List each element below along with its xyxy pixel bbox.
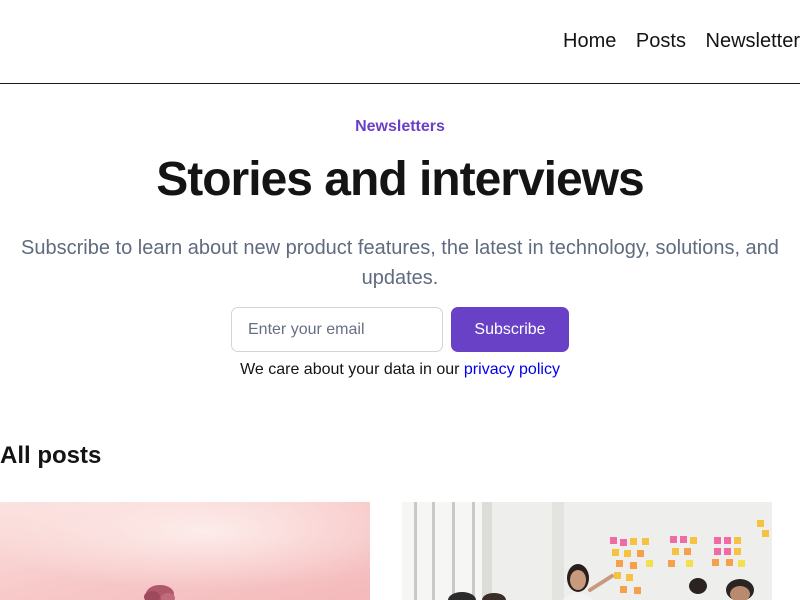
nav-link-newsletter[interactable]: Newsletter bbox=[706, 30, 800, 52]
nav-links: Home Posts Newsletter bbox=[549, 30, 800, 53]
privacy-policy-link[interactable]: privacy policy bbox=[464, 361, 560, 378]
nav-link-posts[interactable]: Posts bbox=[636, 30, 686, 52]
page-subtitle: Subscribe to learn about new product fea… bbox=[21, 237, 779, 289]
section-eyebrow: Newsletters bbox=[355, 118, 445, 135]
privacy-note: We care about your data in our privacy p… bbox=[0, 361, 800, 379]
nav-link-home[interactable]: Home bbox=[563, 30, 616, 52]
office-sticky-notes-photo bbox=[402, 502, 772, 600]
top-nav: Home Posts Newsletter bbox=[0, 0, 800, 84]
post-card[interactable] bbox=[402, 502, 772, 600]
privacy-text: We care about your data in our bbox=[240, 361, 460, 378]
email-field[interactable] bbox=[231, 307, 443, 352]
subscribe-button[interactable]: Subscribe bbox=[451, 307, 569, 352]
post-card[interactable] bbox=[0, 502, 370, 600]
all-posts-heading: All posts bbox=[0, 442, 102, 469]
pink-sky-tree-photo bbox=[0, 502, 370, 600]
page-title: Stories and interviews bbox=[156, 153, 645, 206]
